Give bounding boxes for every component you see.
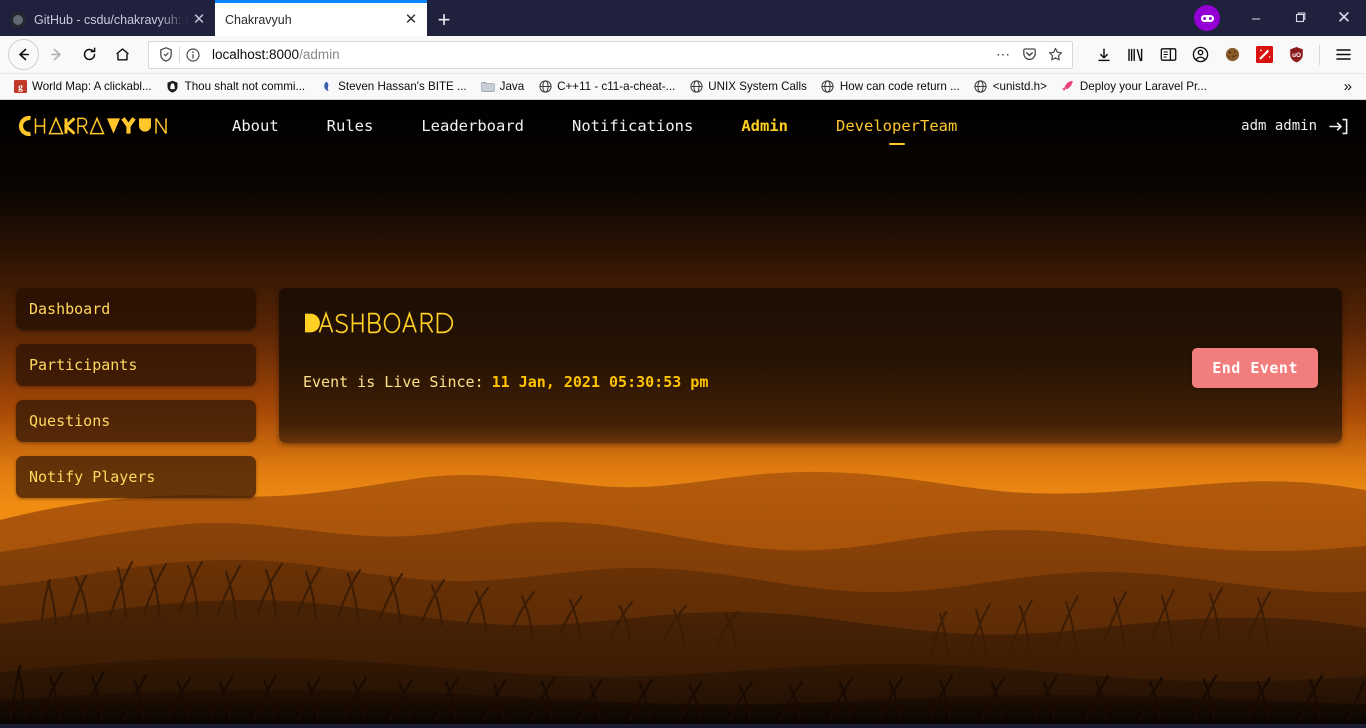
bookmark-item[interactable]: UNIX System Calls	[682, 76, 814, 98]
browser-toolbar: localhost:8000/admin ⋯ uO	[0, 36, 1366, 74]
globe-icon	[821, 80, 835, 94]
bookmark-item[interactable]: <unistd.h>	[967, 76, 1054, 98]
bookmark-label: Deploy your Laravel Pr...	[1079, 80, 1207, 93]
hamburger-menu-icon[interactable]	[1328, 40, 1358, 70]
bookmark-label: Thou shalt not commi...	[184, 80, 306, 93]
sidebar-item-participants[interactable]: Participants	[16, 344, 256, 386]
new-tab-button[interactable]: +	[427, 3, 461, 36]
nav-link-notifications[interactable]: Notifications	[548, 111, 717, 141]
bookmark-star-icon[interactable]	[1042, 47, 1068, 62]
library-icon[interactable]	[1121, 40, 1151, 70]
browser-tab-github[interactable]: GitHub - csdu/chakravyuh: Cha ✕	[0, 3, 215, 36]
page-actions-icon[interactable]: ⋯	[990, 46, 1016, 63]
site-icon	[319, 80, 333, 94]
dashboard-panel: Event is Live Since: 11 Jan, 2021 05:30:…	[279, 288, 1342, 443]
page-title	[303, 311, 463, 335]
info-icon[interactable]	[180, 47, 206, 62]
minimize-button[interactable]: –	[1234, 0, 1278, 36]
sidebar-item-label: Dashboard	[29, 300, 111, 318]
window-close-button[interactable]: ✕	[1322, 0, 1366, 36]
window-controls: – ✕	[1194, 0, 1366, 36]
user-name: adm admin	[1241, 118, 1317, 134]
globe-icon	[974, 80, 988, 94]
magic-wand-icon[interactable]	[1249, 40, 1279, 70]
web-page: About Rules Leaderboard Notifications Ad…	[0, 100, 1366, 724]
bookmarks-overflow-icon[interactable]: »	[1336, 78, 1360, 95]
tab-title: Chakravyuh	[225, 12, 292, 27]
close-icon[interactable]: ✕	[401, 10, 421, 30]
tab-title: GitHub - csdu/chakravyuh: Cha	[34, 12, 189, 27]
sidebar-item-label: Questions	[29, 412, 111, 430]
tab-strip: GitHub - csdu/chakravyuh: Cha ✕ Chakravy…	[0, 0, 1366, 36]
site-nav-links: About Rules Leaderboard Notifications Ad…	[208, 111, 981, 141]
bookmark-item[interactable]: How can code return ...	[814, 76, 967, 98]
event-live-date: 11 Jan, 2021 05:30:53 pm	[491, 373, 709, 391]
bookmark-label: <unistd.h>	[992, 80, 1047, 93]
bookmark-label: World Map: A clickabl...	[32, 80, 152, 93]
shield-icon[interactable]	[153, 47, 179, 62]
nav-link-leaderboard[interactable]: Leaderboard	[397, 111, 548, 141]
download-icon[interactable]	[1089, 40, 1119, 70]
event-live-row: Event is Live Since: 11 Jan, 2021 05:30:…	[303, 373, 1318, 391]
nav-link-about[interactable]: About	[208, 111, 303, 141]
bookmark-item[interactable]: Deploy your Laravel Pr...	[1054, 76, 1214, 98]
globe-icon	[689, 80, 703, 94]
pocket-icon[interactable]	[1016, 47, 1042, 62]
folder-icon	[481, 80, 495, 94]
bookmark-item[interactable]: Steven Hassan's BITE ...	[312, 76, 474, 98]
logout-icon[interactable]	[1329, 118, 1348, 135]
bookmark-label: UNIX System Calls	[708, 80, 807, 93]
forward-button[interactable]	[41, 39, 72, 70]
bookmark-item[interactable]: Thou shalt not commi...	[159, 76, 313, 98]
bookmark-label: Steven Hassan's BITE ...	[338, 80, 467, 93]
sidebar-item-label: Notify Players	[29, 468, 156, 486]
end-event-button[interactable]: End Event	[1192, 348, 1318, 388]
bookmark-item[interactable]: Java	[474, 76, 532, 98]
admin-sidebar: Dashboard Participants Questions Notify …	[16, 288, 256, 512]
user-menu[interactable]: adm admin	[1241, 118, 1348, 135]
nav-link-admin[interactable]: Admin	[717, 111, 812, 141]
sidebar-item-notify-players[interactable]: Notify Players	[16, 456, 256, 498]
toolbar-extensions: uO	[1081, 40, 1358, 70]
github-icon	[10, 11, 26, 28]
cookie-icon[interactable]	[1217, 40, 1247, 70]
account-icon[interactable]	[1185, 40, 1215, 70]
g-icon: g	[13, 80, 27, 94]
bookmarks-bar: g World Map: A clickabl... Thou shalt no…	[0, 74, 1366, 100]
bookmark-label: Java	[499, 80, 525, 93]
url-text[interactable]: localhost:8000/admin	[206, 47, 990, 62]
admin-content: Dashboard Participants Questions Notify …	[0, 152, 1366, 724]
svg-text:uO: uO	[1292, 52, 1301, 59]
site-logo[interactable]	[18, 115, 170, 137]
sidebar-item-label: Participants	[29, 356, 138, 374]
globe-icon	[538, 80, 552, 94]
sidebar-item-dashboard[interactable]: Dashboard	[16, 288, 256, 330]
shield-icon	[166, 80, 180, 94]
container-mask-icon[interactable]	[1194, 5, 1220, 31]
svg-text:g: g	[18, 83, 23, 93]
maximize-button[interactable]	[1278, 0, 1322, 36]
home-button[interactable]	[107, 39, 138, 70]
bookmark-label: How can code return ...	[839, 80, 960, 93]
close-icon[interactable]: ✕	[189, 10, 209, 30]
sidebar-icon[interactable]	[1153, 40, 1183, 70]
nav-link-developer-team[interactable]: DeveloperTeam	[812, 111, 981, 141]
bookmark-item[interactable]: C++11 - c11-a-cheat-...	[531, 76, 682, 98]
bookmark-label: C++11 - c11-a-cheat-...	[557, 80, 676, 93]
url-path: /admin	[299, 47, 340, 62]
browser-window: GitHub - csdu/chakravyuh: Cha ✕ Chakravy…	[0, 0, 1366, 728]
browser-tab-chakravyuh[interactable]: Chakravyuh ✕	[215, 0, 427, 36]
ublock-icon[interactable]: uO	[1281, 40, 1311, 70]
event-live-label: Event is Live Since:	[303, 373, 484, 391]
bookmark-item[interactable]: g World Map: A clickabl...	[6, 76, 159, 98]
reload-button[interactable]	[74, 39, 105, 70]
site-navbar: About Rules Leaderboard Notifications Ad…	[0, 100, 1366, 152]
sidebar-item-questions[interactable]: Questions	[16, 400, 256, 442]
back-button[interactable]	[8, 39, 39, 70]
address-bar[interactable]: localhost:8000/admin ⋯	[148, 40, 1073, 69]
url-host: localhost:8000	[212, 47, 300, 62]
nav-link-rules[interactable]: Rules	[303, 111, 398, 141]
divider	[1319, 44, 1320, 65]
rocket-icon	[1061, 80, 1075, 94]
